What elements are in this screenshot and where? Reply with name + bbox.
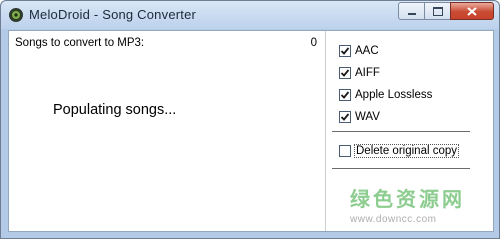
songs-count: 0 <box>310 37 317 49</box>
checkbox-aiff-label: AIFF <box>355 67 380 79</box>
minimize-button[interactable] <box>398 2 425 20</box>
maximize-button[interactable] <box>424 2 451 20</box>
checkbox-apple-lossless[interactable]: Apple Lossless <box>339 87 432 103</box>
bottom-separator <box>332 168 470 169</box>
window-caption-buttons <box>398 2 494 21</box>
checkbox-apple-lossless-label: Apple Lossless <box>355 89 433 101</box>
checkbox-wav-box[interactable] <box>339 111 351 123</box>
checkbox-aac-box[interactable] <box>339 45 351 57</box>
watermark: 绿色资源网 www.downcc.com <box>350 183 490 225</box>
checkbox-apple-lossless-box[interactable] <box>339 89 351 101</box>
checkbox-delete-original-label: Delete original copy <box>353 144 460 158</box>
checkbox-aiff[interactable]: AIFF <box>339 65 380 81</box>
checkbox-aac-label: AAC <box>355 45 379 57</box>
app-window: MeloDroid - Song Converter Songs to conv… <box>0 0 500 239</box>
minimize-icon <box>407 13 416 15</box>
checkbox-wav[interactable]: WAV <box>339 109 380 125</box>
checkmark-icon <box>340 69 350 77</box>
checkbox-wav-label: WAV <box>355 111 380 123</box>
checkbox-delete-original-box[interactable] <box>339 145 351 157</box>
window-title: MeloDroid - Song Converter <box>29 7 197 22</box>
checkbox-delete-original[interactable]: Delete original copy <box>339 143 460 159</box>
status-text: Populating songs... <box>53 102 177 118</box>
checkmark-icon <box>340 47 350 55</box>
client-area: Songs to convert to MP3: 0 Populating so… <box>8 30 494 232</box>
maximize-icon <box>432 6 443 16</box>
watermark-url: www.downcc.com <box>350 214 437 225</box>
checkbox-aiff-box[interactable] <box>339 67 351 79</box>
title-bar[interactable]: MeloDroid - Song Converter <box>1 1 499 29</box>
checkbox-aac[interactable]: AAC <box>339 43 379 59</box>
checkmark-icon <box>340 113 350 121</box>
close-button[interactable] <box>450 2 494 20</box>
panel-divider <box>325 31 326 231</box>
checkmark-icon <box>340 91 350 99</box>
watermark-text: 绿色资源网 <box>350 189 465 211</box>
songs-to-convert-label: Songs to convert to MP3: <box>15 37 145 49</box>
options-separator <box>332 131 470 132</box>
close-icon <box>467 6 477 16</box>
melodroid-app-icon <box>9 8 23 22</box>
